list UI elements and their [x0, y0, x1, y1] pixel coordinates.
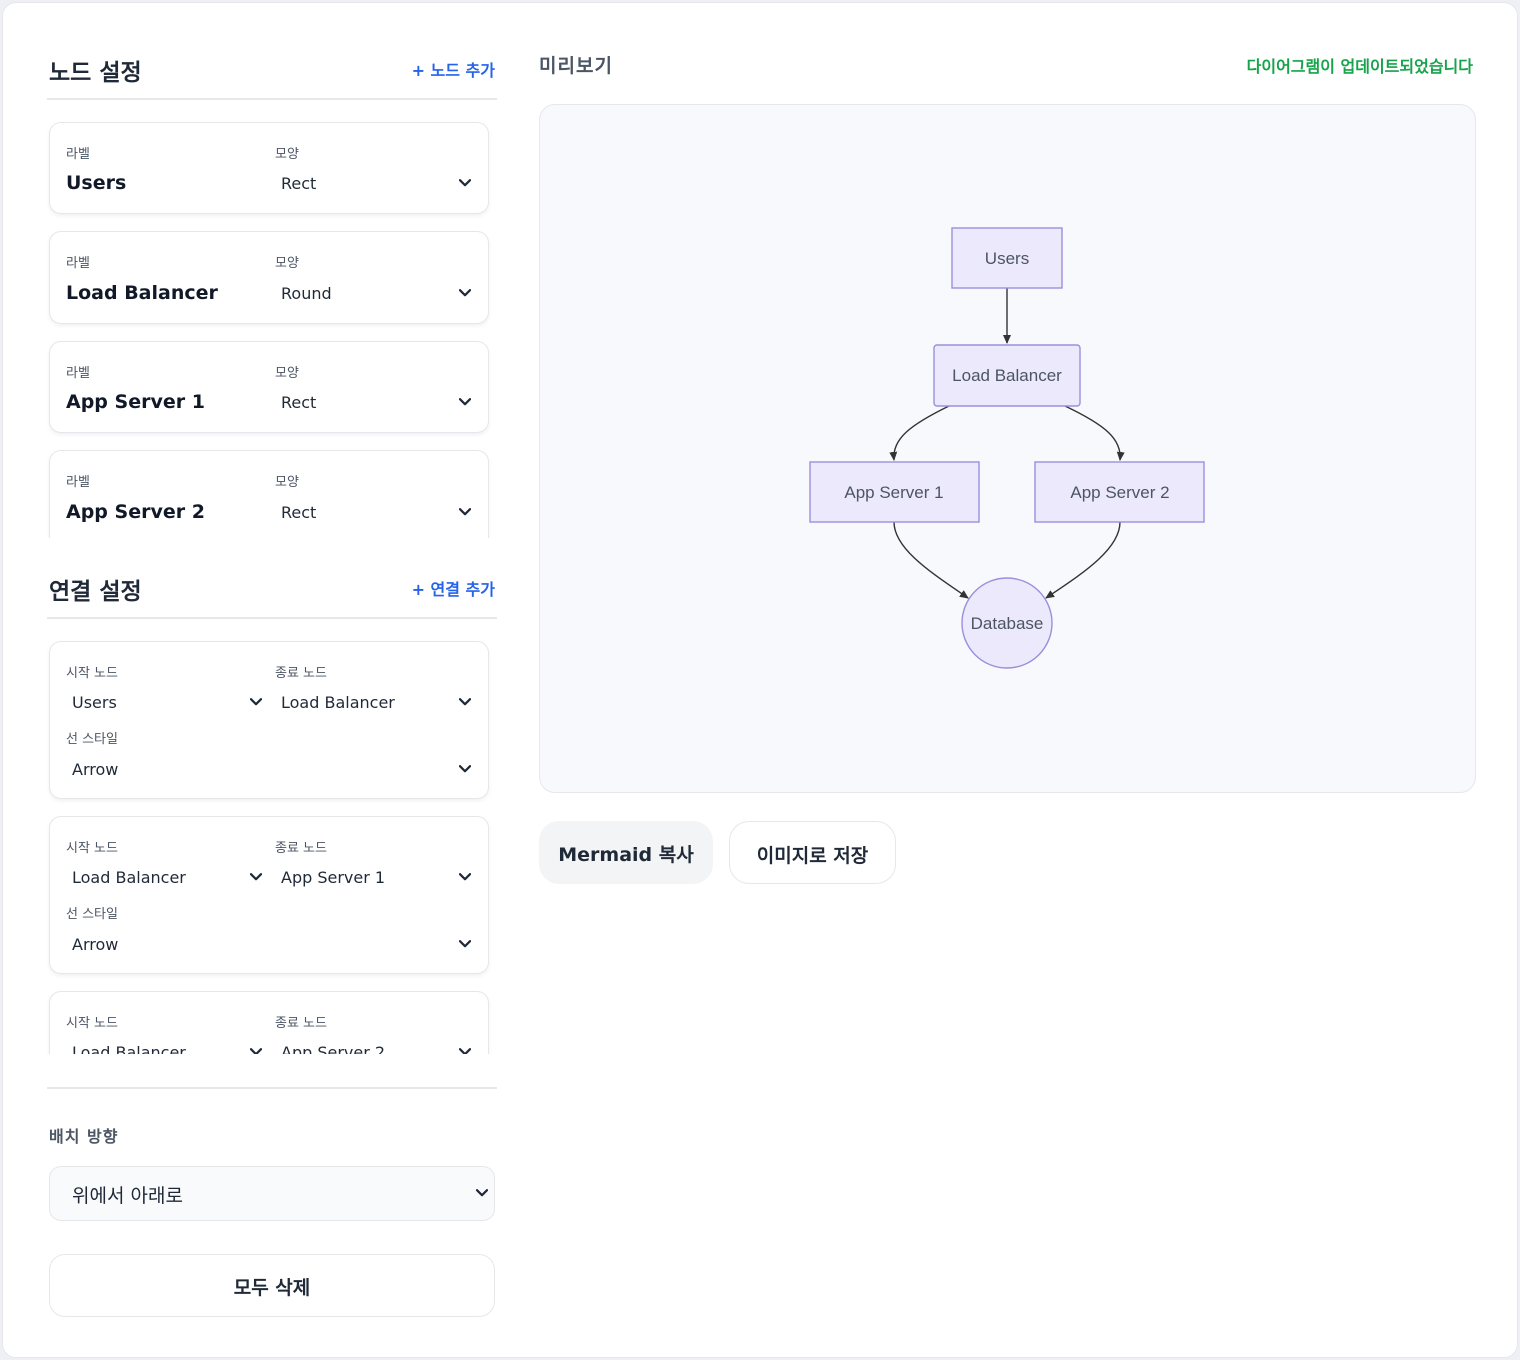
shape-value: Rect [281, 393, 317, 412]
line-style-select[interactable]: Arrow [66, 756, 475, 786]
chevron-down-icon [459, 698, 471, 708]
node-card: 라벨 모양 App Server 2 Rect [49, 450, 489, 538]
to-node-select[interactable]: App Server 1 [275, 864, 475, 894]
chevron-down-icon [459, 289, 471, 299]
edge-settings-header: 연결 설정 + 연결 추가 [47, 572, 497, 612]
status-message: 다이어그램이 업데이트되었습니다 [1246, 57, 1473, 76]
layout-direction-title: 배치 방향 [49, 1127, 119, 1146]
clear-all-label: 모두 삭제 [233, 1277, 311, 1299]
shape-select[interactable]: Rect [275, 170, 475, 200]
node-list[interactable]: 라벨 모양 Users Rect 라벨 모양 Load Balancer Rou… [47, 108, 497, 538]
to-node-value: App Server 2 [281, 1043, 386, 1054]
to-node-select[interactable]: Load Balancer [275, 689, 475, 719]
preview-title: 미리보기 [539, 55, 613, 77]
diagram-preview: Users Load Balancer App Server 1 App Ser… [539, 104, 1476, 793]
from-node-select[interactable]: Users [66, 689, 266, 719]
to-caption: 종료 노드 [275, 1016, 327, 1031]
shape-caption: 모양 [275, 147, 299, 162]
to-node-value: Load Balancer [281, 693, 395, 712]
chevron-down-icon [459, 765, 471, 775]
line-style-select[interactable]: Arrow [66, 931, 475, 961]
diagram-node-load-balancer-label: Load Balancer [952, 366, 1062, 385]
shape-value: Rect [281, 503, 317, 522]
chevron-down-icon [459, 1048, 471, 1054]
node-label-input[interactable]: Load Balancer [66, 282, 218, 304]
shape-select[interactable]: Rect [275, 499, 475, 529]
divider [47, 617, 497, 619]
diagram-node-users-label: Users [985, 249, 1029, 268]
style-caption: 선 스타일 [66, 732, 118, 747]
from-node-value: Load Balancer [72, 868, 186, 887]
from-node-select[interactable]: Load Balancer [66, 1039, 266, 1054]
clear-all-button[interactable]: 모두 삭제 [49, 1254, 495, 1317]
shape-value: Round [281, 284, 332, 303]
chevron-down-icon [459, 873, 471, 883]
to-node-value: App Server 1 [281, 868, 386, 887]
shape-caption: 모양 [275, 366, 299, 381]
label-caption: 라벨 [66, 147, 90, 162]
chevron-down-icon [459, 179, 471, 189]
node-settings-header: 노드 설정 + 노드 추가 [47, 53, 497, 93]
node-label-input[interactable]: Users [66, 172, 126, 194]
chevron-down-icon [459, 398, 471, 408]
shape-caption: 모양 [275, 475, 299, 490]
edge-card: 시작 노드 종료 노드 Load Balancer App Server 2 선… [49, 991, 489, 1054]
copy-mermaid-button[interactable]: Mermaid 복사 [539, 821, 713, 884]
diagram-editor: 노드 설정 + 노드 추가 라벨 모양 Users Rect 라벨 모양 Loa… [2, 2, 1518, 1358]
shape-select[interactable]: Round [275, 280, 475, 310]
from-caption: 시작 노드 [66, 841, 118, 856]
chevron-down-icon [250, 873, 262, 883]
to-node-select[interactable]: App Server 2 [275, 1039, 475, 1054]
line-style-value: Arrow [72, 935, 119, 954]
divider [47, 1087, 497, 1089]
label-caption: 라벨 [66, 475, 90, 490]
chevron-down-icon [459, 940, 471, 950]
line-style-value: Arrow [72, 760, 119, 779]
diagram-node-app-server-2-label: App Server 2 [1070, 483, 1169, 502]
diagram-svg: Users Load Balancer App Server 1 App Ser… [809, 227, 1205, 669]
diagram-node-app-server-1-label: App Server 1 [844, 483, 943, 502]
diagram-node-database-label: Database [971, 614, 1044, 633]
node-label-input[interactable]: App Server 2 [66, 501, 205, 523]
shape-select[interactable]: Rect [275, 389, 475, 419]
from-node-select[interactable]: Load Balancer [66, 864, 266, 894]
to-caption: 종료 노드 [275, 841, 327, 856]
chevron-down-icon [250, 698, 262, 708]
shape-caption: 모양 [275, 256, 299, 271]
save-image-button[interactable]: 이미지로 저장 [729, 821, 896, 884]
copy-mermaid-label: Mermaid 복사 [558, 844, 694, 866]
from-caption: 시작 노드 [66, 1016, 118, 1031]
from-node-value: Users [72, 693, 117, 712]
edge-settings-title: 연결 설정 [49, 579, 142, 605]
add-edge-button[interactable]: + 연결 추가 [412, 576, 495, 600]
save-image-label: 이미지로 저장 [756, 845, 869, 867]
node-settings-title: 노드 설정 [49, 60, 142, 86]
label-caption: 라벨 [66, 256, 90, 271]
layout-direction-select[interactable]: 위에서 아래로 [49, 1166, 495, 1221]
edge-app2-db [1045, 521, 1121, 599]
edge-lb-app1 [889, 405, 950, 461]
edge-list[interactable]: 시작 노드 종료 노드 Users Load Balancer 선 스타일 Ar… [47, 627, 497, 1054]
add-node-button[interactable]: + 노드 추가 [412, 57, 495, 81]
edge-app1-db [893, 521, 969, 599]
edge-card: 시작 노드 종료 노드 Load Balancer App Server 1 선… [49, 816, 489, 974]
layout-direction-value: 위에서 아래로 [72, 1185, 183, 1207]
node-card: 라벨 모양 Users Rect [49, 122, 489, 214]
node-card: 라벨 모양 App Server 1 Rect [49, 341, 489, 433]
chevron-down-icon [459, 508, 471, 518]
from-node-value: Load Balancer [72, 1043, 186, 1054]
node-label-input[interactable]: App Server 1 [66, 391, 205, 413]
edge-card: 시작 노드 종료 노드 Users Load Balancer 선 스타일 Ar… [49, 641, 489, 799]
edge-lb-app2 [1064, 405, 1125, 461]
shape-value: Rect [281, 174, 317, 193]
divider [47, 98, 497, 100]
chevron-down-icon [476, 1189, 488, 1199]
chevron-down-icon [250, 1048, 262, 1054]
style-caption: 선 스타일 [66, 907, 118, 922]
node-card: 라벨 모양 Load Balancer Round [49, 231, 489, 324]
from-caption: 시작 노드 [66, 666, 118, 681]
to-caption: 종료 노드 [275, 666, 327, 681]
label-caption: 라벨 [66, 366, 90, 381]
